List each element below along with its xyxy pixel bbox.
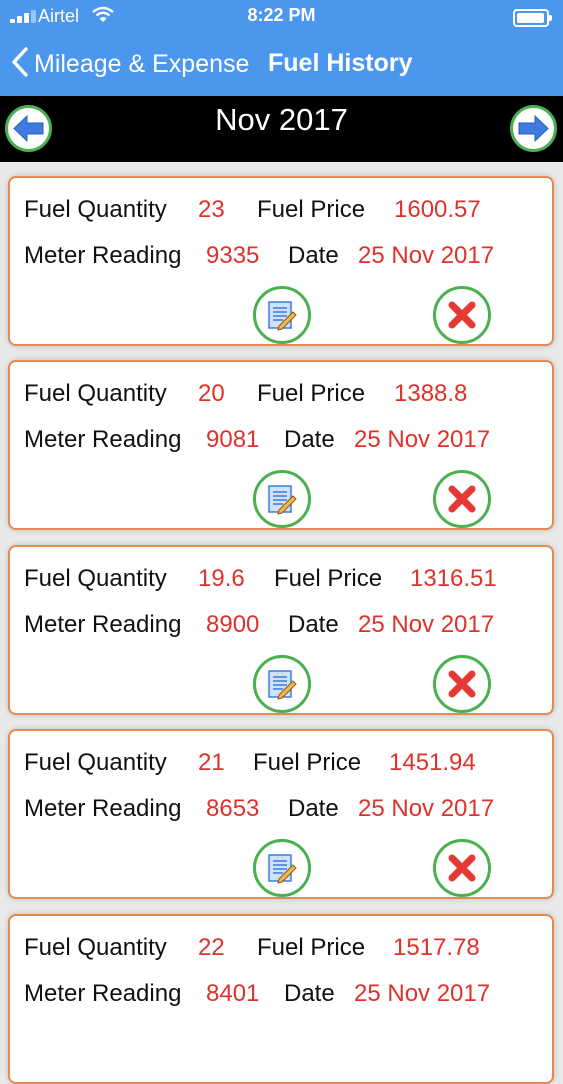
fuel-price-value: 1451.94	[389, 749, 476, 776]
fuel-quantity-value: 20	[198, 380, 225, 407]
edit-entry-button[interactable]	[253, 655, 311, 713]
status-time: 8:22 PM	[247, 5, 316, 25]
date-label: Date	[284, 980, 335, 1007]
fuel-entry-card: Fuel Quantity 19.6 Fuel Price 1316.51 Me…	[8, 545, 554, 715]
arrow-right-icon	[518, 114, 549, 143]
fuel-quantity-label: Fuel Quantity	[24, 196, 167, 223]
chevron-left-icon	[10, 46, 30, 83]
meter-reading-label: Meter Reading	[24, 611, 182, 638]
battery-icon	[513, 9, 552, 27]
edit-note-icon	[268, 301, 297, 331]
status-bar: Airtel 8:22 PM	[0, 0, 563, 34]
edit-entry-button[interactable]	[253, 839, 311, 897]
meter-reading-label: Meter Reading	[24, 426, 182, 453]
delete-x-icon	[448, 854, 476, 882]
fuel-price-value: 1600.57	[394, 196, 481, 223]
back-button[interactable]: Mileage & Expense	[10, 46, 249, 83]
edit-note-icon	[268, 854, 297, 884]
navigation-bar: Mileage & Expense Fuel History	[0, 40, 563, 90]
date-value: 25 Nov 2017	[358, 242, 495, 269]
delete-x-icon	[448, 485, 476, 513]
date-label: Date	[288, 611, 339, 638]
meter-reading-value: 8401	[206, 980, 260, 1007]
delete-entry-button[interactable]	[433, 655, 491, 713]
fuel-quantity-value: 23	[198, 196, 225, 223]
meter-reading-label: Meter Reading	[24, 795, 182, 822]
edit-entry-button[interactable]	[253, 286, 311, 344]
meter-reading-label: Meter Reading	[24, 242, 182, 269]
meter-reading-value: 9081	[206, 426, 260, 453]
fuel-quantity-label: Fuel Quantity	[24, 380, 167, 407]
page-title: Fuel History	[268, 49, 413, 77]
meter-reading-label: Meter Reading	[24, 980, 182, 1007]
fuel-quantity-value: 22	[198, 934, 225, 961]
delete-entry-button[interactable]	[433, 470, 491, 528]
date-label: Date	[288, 242, 339, 269]
delete-x-icon	[448, 301, 476, 329]
fuel-quantity-value: 21	[198, 749, 225, 776]
date-label: Date	[284, 426, 335, 453]
fuel-quantity-label: Fuel Quantity	[24, 565, 167, 592]
date-value: 25 Nov 2017	[354, 980, 491, 1007]
fuel-price-label: Fuel Price	[257, 196, 366, 223]
top-bar: Airtel 8:22 PM Mileage & Expense Fuel Hi…	[0, 0, 563, 96]
fuel-price-label: Fuel Price	[257, 380, 366, 407]
fuel-entry-card: Fuel Quantity 22 Fuel Price 1517.78 Mete…	[8, 914, 554, 1084]
meter-reading-value: 8900	[206, 611, 260, 638]
fuel-quantity-value: 19.6	[198, 565, 245, 592]
edit-note-icon	[268, 670, 297, 700]
edit-entry-button[interactable]	[253, 470, 311, 528]
fuel-price-value: 1517.78	[393, 934, 480, 961]
fuel-quantity-label: Fuel Quantity	[24, 934, 167, 961]
delete-x-icon	[448, 670, 476, 698]
meter-reading-value: 9335	[206, 242, 260, 269]
delete-entry-button[interactable]	[433, 286, 491, 344]
fuel-price-label: Fuel Price	[257, 934, 366, 961]
back-button-label: Mileage & Expense	[34, 50, 250, 78]
fuel-price-label: Fuel Price	[274, 565, 383, 592]
delete-entry-button[interactable]	[433, 839, 491, 897]
fuel-entry-card: Fuel Quantity 23 Fuel Price 1600.57 Mete…	[8, 176, 554, 346]
date-label: Date	[288, 795, 339, 822]
date-value: 25 Nov 2017	[358, 611, 495, 638]
current-month: Nov 2017	[215, 102, 348, 137]
month-selector: Nov 2017	[0, 96, 563, 162]
date-value: 25 Nov 2017	[358, 795, 495, 822]
fuel-entry-card: Fuel Quantity 20 Fuel Price 1388.8 Meter…	[8, 360, 554, 530]
meter-reading-value: 8653	[206, 795, 260, 822]
fuel-quantity-label: Fuel Quantity	[24, 749, 167, 776]
fuel-price-value: 1388.8	[394, 380, 468, 407]
next-month-button[interactable]	[510, 105, 557, 152]
fuel-price-label: Fuel Price	[253, 749, 362, 776]
edit-note-icon	[268, 485, 297, 515]
fuel-entry-card: Fuel Quantity 21 Fuel Price 1451.94 Mete…	[8, 729, 554, 899]
fuel-price-value: 1316.51	[410, 565, 497, 592]
date-value: 25 Nov 2017	[354, 426, 491, 453]
